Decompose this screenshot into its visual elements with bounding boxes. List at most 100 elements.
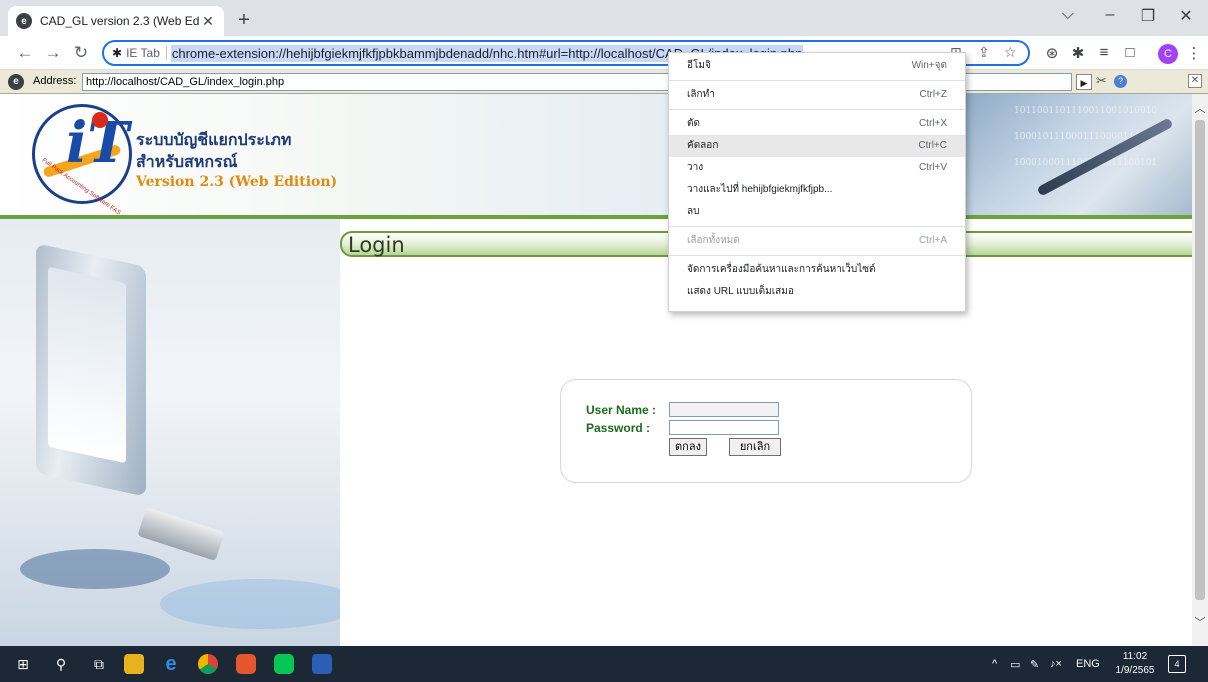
- browser-tab[interactable]: e CAD_GL version 2.3 (Web Edition ✕: [8, 6, 224, 36]
- pen-icon[interactable]: ✎: [1030, 658, 1039, 671]
- banner-photo: 1011001101110011001010010 10001011100011…: [930, 94, 1192, 216]
- menu-item-cut[interactable]: ตัด Ctrl+X: [669, 113, 965, 135]
- network-icon[interactable]: ▭: [1010, 658, 1020, 671]
- extension-pin-icon: ✱: [112, 46, 123, 60]
- word-icon[interactable]: [312, 654, 332, 674]
- menu-item-show-full-url[interactable]: แสดง URL แบบเต็มเสมอ: [669, 281, 965, 303]
- menu-separator: [669, 226, 965, 227]
- new-tab-button[interactable]: +: [232, 9, 256, 33]
- ok-button[interactable]: ตกลง: [669, 438, 707, 456]
- address-label: Address:: [33, 75, 77, 87]
- ie-logo-icon: e: [8, 74, 24, 90]
- extensions-puzzle-icon[interactable]: ✱: [1068, 44, 1088, 62]
- clock-time: 11:02: [1122, 651, 1148, 662]
- password-label: Password :: [586, 421, 651, 435]
- monitor-stand: [20, 549, 170, 589]
- volume-icon[interactable]: ♪×: [1050, 658, 1062, 670]
- side-panel-icon[interactable]: □: [1120, 44, 1140, 61]
- tab-close-icon[interactable]: ✕: [200, 13, 216, 30]
- vertical-scrollbar[interactable]: ︿ ﹀: [1192, 94, 1208, 646]
- menu-item-undo[interactable]: เลิกทำ Ctrl+Z: [669, 84, 965, 106]
- tab-search-icon[interactable]: ⌵: [1048, 6, 1088, 24]
- file-explorer-icon[interactable]: [124, 654, 144, 674]
- menu-item-paste[interactable]: วาง Ctrl+V: [669, 157, 965, 179]
- menu-kebab-icon[interactable]: ⋮: [1184, 44, 1204, 62]
- menu-item-emoji[interactable]: อีโมจิ Win+จุด: [669, 55, 965, 77]
- menu-item-label: จัดการเครื่องมือค้นหาและการค้นหาเว็บไซต์: [687, 264, 876, 275]
- minimize-button[interactable]: –: [1090, 6, 1130, 24]
- edge-icon[interactable]: e: [162, 654, 180, 674]
- menu-item-manage-search[interactable]: จัดการเครื่องมือค้นหาและการค้นหาเว็บไซต์: [669, 259, 965, 281]
- binary-row: 1011001101110011001010010: [1014, 106, 1158, 116]
- app-banner: 1011001101110011001010010 10001011100011…: [0, 94, 1192, 219]
- line-icon[interactable]: [274, 654, 294, 674]
- clock-date: 1/9/2565: [1115, 665, 1155, 676]
- menu-item-label: วางและไปที่ hehijbfgiekmjfkfjpb...: [687, 184, 833, 195]
- ie-tab-extension-icon[interactable]: ⊛: [1042, 44, 1062, 62]
- desk-glow: [160, 579, 340, 629]
- profile-avatar[interactable]: C: [1158, 44, 1178, 64]
- windows-taskbar: ⊞ ⚲ ⧉ e ^ ▭ ✎ ♪× ENG 11:02 1/9/2565 4: [0, 646, 1208, 682]
- go-arrow-icon[interactable]: ▶: [1076, 74, 1092, 90]
- cancel-button[interactable]: ยกเลิก: [729, 438, 781, 456]
- tab-title: CAD_GL version 2.3 (Web Edition: [40, 14, 200, 28]
- restore-button[interactable]: ❐: [1128, 6, 1168, 26]
- login-form: User Name : Password : ตกลง ยกเลิก: [560, 379, 972, 483]
- menu-item-shortcut: Ctrl+X: [918, 118, 947, 129]
- menu-item-shortcut: Ctrl+V: [918, 162, 947, 173]
- windows-start-icon[interactable]: ⊞: [14, 655, 32, 673]
- task-view-icon[interactable]: ⧉: [90, 655, 108, 673]
- menu-item-paste-and-go[interactable]: วางและไปที่ hehijbfgiekmjfkfjpb...: [669, 179, 965, 201]
- username-field[interactable]: [669, 402, 779, 417]
- monitor-screen: [48, 266, 126, 464]
- menu-item-select-all[interactable]: เลือกทั้งหมด Ctrl+A: [669, 230, 965, 252]
- tray-overflow-icon[interactable]: ^: [992, 658, 997, 670]
- password-field[interactable]: [669, 420, 779, 435]
- menu-item-label: คัดลอก: [687, 140, 719, 151]
- menu-item-label: วาง: [687, 162, 704, 173]
- menu-separator: [669, 255, 965, 256]
- menu-item-shortcut: Win+จุด: [911, 60, 947, 71]
- chrome-icon[interactable]: [198, 654, 218, 674]
- menu-item-delete[interactable]: ลบ: [669, 201, 965, 223]
- logo-dot: [92, 112, 108, 128]
- back-icon[interactable]: ←: [14, 43, 36, 65]
- phone-illustration: [137, 507, 225, 561]
- browser-toolbar: ← → ↻ ✱ IE Tab chrome-extension://hehijb…: [0, 36, 1208, 70]
- ie-tab-favicon-icon: e: [16, 13, 32, 29]
- brave-icon[interactable]: [236, 654, 256, 674]
- tools-icon[interactable]: ✂: [1096, 73, 1107, 89]
- notification-icon[interactable]: 4: [1168, 655, 1186, 673]
- reload-icon[interactable]: ↻: [70, 43, 92, 65]
- menu-item-label: เลิกทำ: [687, 89, 715, 100]
- page-viewport: 1011001101110011001010010 10001011100011…: [0, 94, 1192, 646]
- menu-item-shortcut: Ctrl+A: [918, 235, 947, 246]
- ie-close-icon[interactable]: ✕: [1188, 74, 1202, 88]
- login-heading: Login: [348, 233, 405, 257]
- language-indicator[interactable]: ENG: [1076, 658, 1100, 670]
- bookmark-star-icon[interactable]: ☆: [1004, 44, 1017, 61]
- menu-item-label: อีโมจิ: [687, 60, 711, 71]
- tab-strip: e CAD_GL version 2.3 (Web Edition ✕ + ⌵ …: [0, 0, 1208, 36]
- menu-item-shortcut: Ctrl+Z: [919, 89, 948, 100]
- window-close-button[interactable]: ✕: [1166, 6, 1206, 26]
- forward-icon[interactable]: →: [42, 43, 64, 65]
- menu-item-label: ตัด: [687, 118, 700, 129]
- menu-item-label: เลือกทั้งหมด: [687, 235, 740, 246]
- system-subtitle: สำหรับสหกรณ์: [136, 152, 238, 171]
- menu-separator: [669, 109, 965, 110]
- scroll-down-icon[interactable]: ﹀: [1192, 614, 1208, 632]
- username-label: User Name :: [586, 403, 657, 417]
- menu-item-copy[interactable]: คัดลอก Ctrl+C: [669, 135, 965, 157]
- search-icon[interactable]: ⚲: [52, 655, 70, 673]
- ie-tab-chip: IE Tab: [126, 46, 167, 60]
- side-illustration: [0, 219, 340, 646]
- help-icon[interactable]: ?: [1114, 75, 1127, 88]
- scroll-up-icon[interactable]: ︿: [1192, 100, 1208, 118]
- fas-logo: iT Full Pack Accounting Software FAS: [32, 104, 132, 216]
- context-menu: อีโมจิ Win+จุด เลิกทำ Ctrl+Z ตัด Ctrl+X คัด…: [668, 52, 966, 312]
- scrollbar-thumb[interactable]: [1195, 120, 1205, 600]
- share-icon[interactable]: ⇪: [978, 44, 990, 61]
- clock[interactable]: 11:02 1/9/2565: [1110, 650, 1160, 678]
- reading-list-icon[interactable]: ≡: [1094, 44, 1114, 61]
